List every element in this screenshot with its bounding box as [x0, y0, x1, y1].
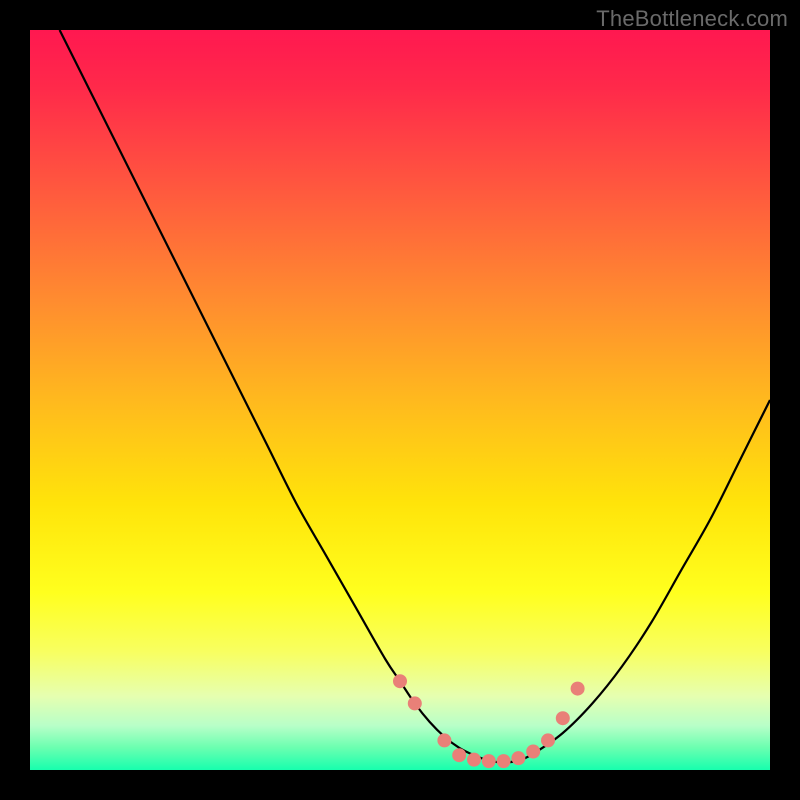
plot-area: [30, 30, 770, 770]
highlight-point: [526, 745, 540, 759]
highlight-point: [452, 748, 466, 762]
curve-layer: [30, 30, 770, 770]
watermark-text: TheBottleneck.com: [596, 6, 788, 32]
curve-path: [60, 30, 770, 763]
highlight-point: [541, 733, 555, 747]
highlight-point: [467, 753, 481, 767]
highlight-point: [556, 711, 570, 725]
highlight-point: [511, 751, 525, 765]
highlight-point: [393, 674, 407, 688]
marker-group: [393, 674, 585, 768]
chart-frame: TheBottleneck.com: [0, 0, 800, 800]
highlight-point: [497, 754, 511, 768]
highlight-point: [408, 696, 422, 710]
highlight-point: [482, 754, 496, 768]
highlight-point: [571, 682, 585, 696]
highlight-point: [437, 733, 451, 747]
